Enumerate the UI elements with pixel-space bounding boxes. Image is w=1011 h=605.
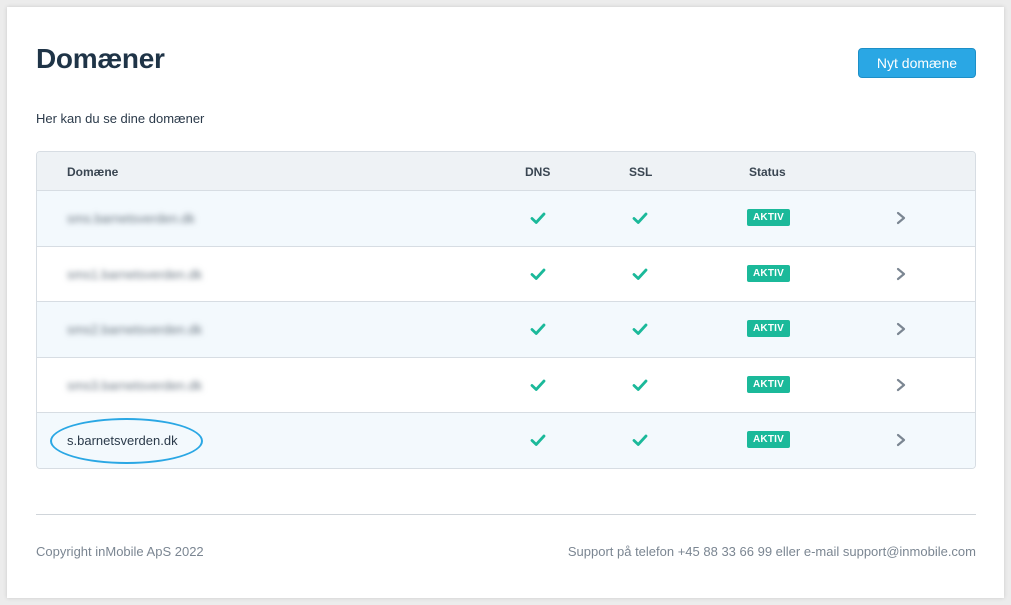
dns-check-icon xyxy=(530,212,546,224)
chevron-right-icon[interactable] xyxy=(894,376,908,394)
status-badge: AKTIV xyxy=(747,431,790,448)
domains-table: Domæne DNS SSL Status sms.barnetsverden.… xyxy=(36,151,976,469)
dns-check-icon xyxy=(530,379,546,391)
table-row[interactable]: sms1.barnetsverden.dk AKTIV xyxy=(37,246,975,302)
domains-card: Domæner Nyt domæne Her kan du se dine do… xyxy=(7,7,1004,598)
ssl-check-icon xyxy=(632,212,648,224)
status-badge: AKTIV xyxy=(747,375,790,393)
table-row[interactable]: s.barnetsverden.dk AKTIV xyxy=(37,413,975,468)
table-row[interactable]: sms.barnetsverden.dk AKTIV xyxy=(37,191,975,247)
column-header-ssl: SSL xyxy=(629,165,653,179)
domain-name: sms3.barnetsverden.dk xyxy=(67,377,203,393)
page-title: Domæner xyxy=(36,43,165,74)
table-header: Domæne DNS SSL Status xyxy=(37,152,975,191)
ssl-check-icon xyxy=(632,268,648,280)
chevron-right-icon[interactable] xyxy=(894,431,908,449)
ssl-check-icon xyxy=(632,434,648,446)
column-header-dns: DNS xyxy=(525,165,551,179)
status-badge: AKTIV xyxy=(747,264,790,282)
column-header-status: Status xyxy=(749,165,786,179)
chevron-right-icon[interactable] xyxy=(894,209,908,227)
footer-divider xyxy=(36,514,976,515)
page-subtitle: Her kan du se dine domæner xyxy=(36,111,205,126)
chevron-right-icon[interactable] xyxy=(894,265,908,283)
status-badge: AKTIV xyxy=(747,209,790,226)
chevron-right-icon[interactable] xyxy=(894,320,908,338)
copyright-text: Copyright inMobile ApS 2022 xyxy=(36,544,204,559)
table-row[interactable]: sms2.barnetsverden.dk AKTIV xyxy=(37,302,975,358)
status-badge: AKTIV xyxy=(747,320,790,337)
dns-check-icon xyxy=(530,434,546,446)
domain-name: sms1.barnetsverden.dk xyxy=(67,266,203,282)
ssl-check-icon xyxy=(632,379,648,391)
dns-check-icon xyxy=(530,268,546,280)
dns-check-icon xyxy=(530,323,546,335)
domain-name: sms2.barnetsverden.dk xyxy=(67,322,203,337)
domain-name: s.barnetsverden.dk xyxy=(67,433,178,448)
support-text: Support på telefon +45 88 33 66 99 eller… xyxy=(567,544,976,559)
table-row[interactable]: sms3.barnetsverden.dk AKTIV xyxy=(37,357,975,413)
new-domain-button[interactable]: Nyt domæne xyxy=(858,48,976,78)
column-header-domain: Domæne xyxy=(67,165,119,179)
domain-name: sms.barnetsverden.dk xyxy=(67,211,195,226)
ssl-check-icon xyxy=(632,323,648,335)
